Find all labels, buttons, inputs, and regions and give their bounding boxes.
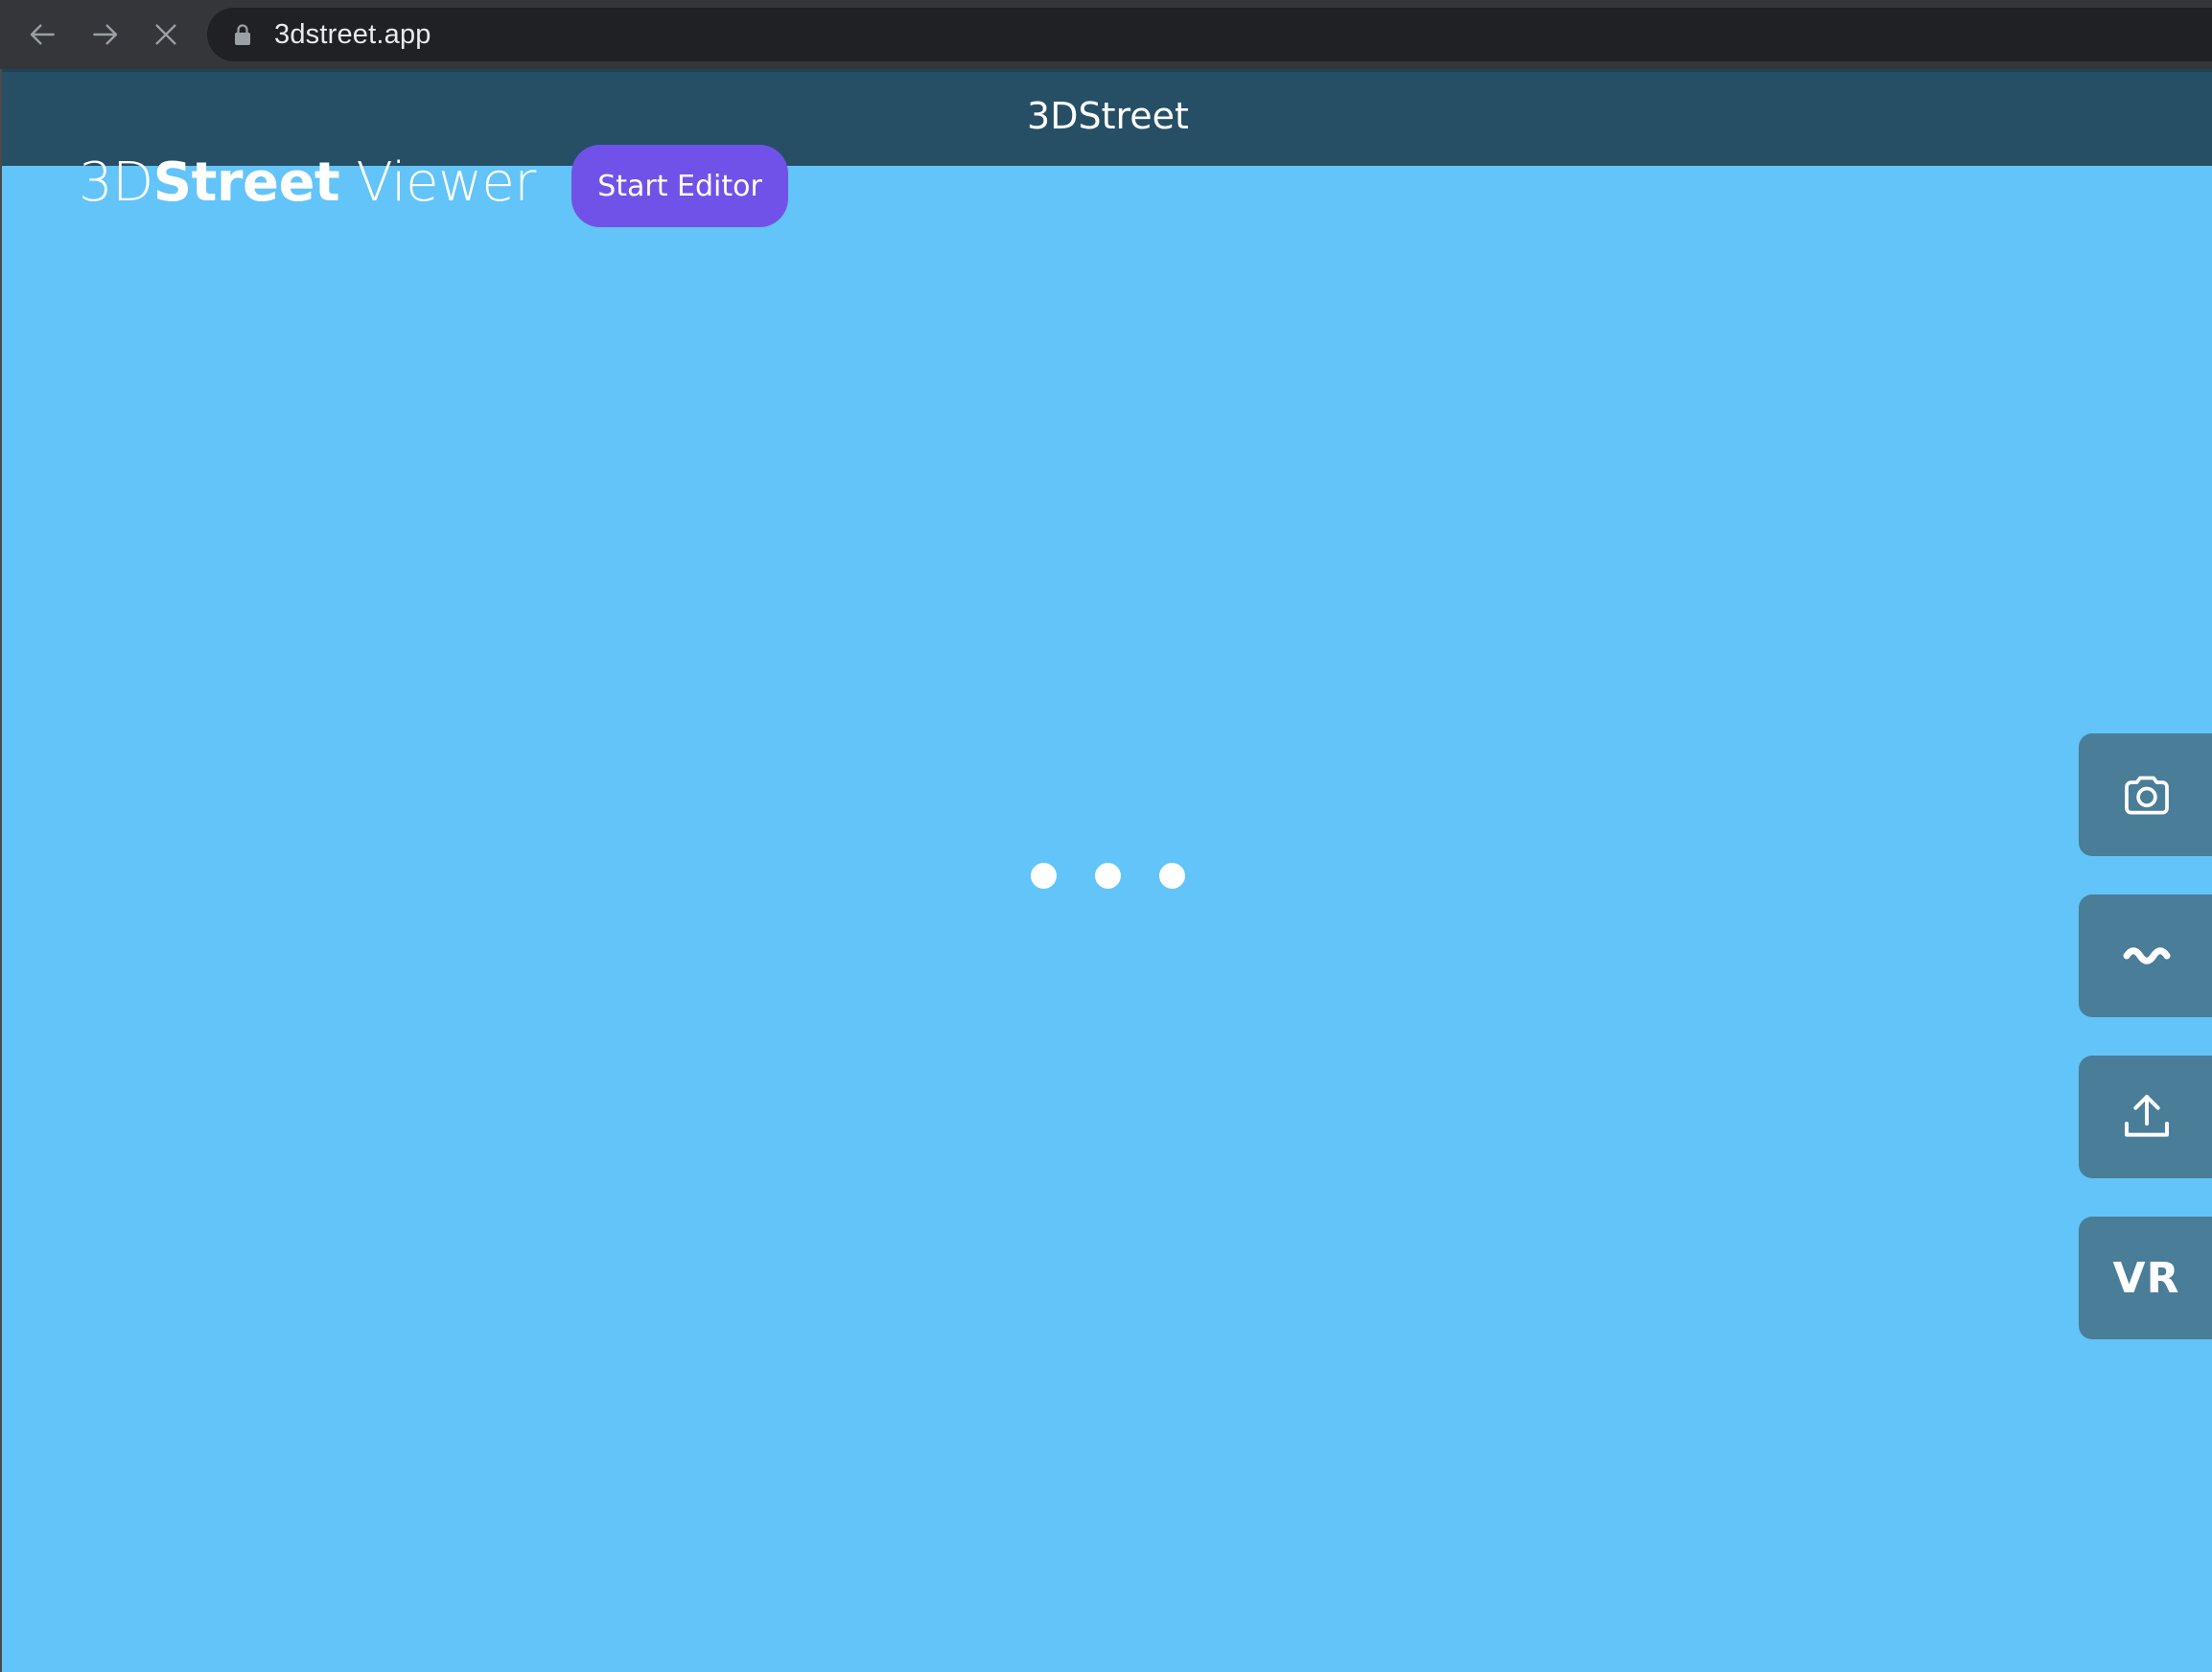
- logo-bold: Street: [152, 151, 340, 214]
- page-title: 3DStreet: [1027, 95, 1189, 137]
- back-button[interactable]: [21, 12, 65, 57]
- upload-icon: [2124, 1095, 2169, 1137]
- vr-button[interactable]: VR: [2079, 1217, 2212, 1339]
- loading-dot: [1031, 863, 1057, 889]
- camera-icon: [2124, 776, 2169, 815]
- app-logo: 3DStreet Viewer: [79, 151, 536, 214]
- url-text[interactable]: 3dstreet.app: [274, 8, 431, 61]
- loading-dot: [1159, 863, 1185, 889]
- arrow-left-icon: [30, 24, 55, 45]
- arrow-right-icon: [93, 24, 118, 45]
- loading-indicator: [1031, 863, 1186, 890]
- forward-button[interactable]: [82, 12, 127, 57]
- browser-toolbar: 3dstreet.app: [0, 0, 2212, 69]
- loading-dot: [1095, 863, 1121, 889]
- lock-icon: [235, 24, 250, 45]
- logo-prefix: 3D: [79, 151, 153, 214]
- screenshot-button[interactable]: [2079, 733, 2212, 856]
- viewer-page[interactable]: 3DStreet 3DStreet Viewer Start Editor VR: [0, 69, 2212, 1672]
- share-button[interactable]: [2079, 1056, 2212, 1178]
- start-editor-button[interactable]: Start Editor: [571, 145, 788, 227]
- close-icon: [155, 24, 176, 45]
- vr-label: VR: [2112, 1253, 2180, 1303]
- stop-loading-button[interactable]: [144, 12, 188, 57]
- swipe-button[interactable]: [2079, 894, 2212, 1017]
- address-bar[interactable]: 3dstreet.app: [207, 8, 2212, 61]
- logo-suffix: Viewer: [339, 151, 537, 214]
- wave-icon: [2123, 947, 2170, 964]
